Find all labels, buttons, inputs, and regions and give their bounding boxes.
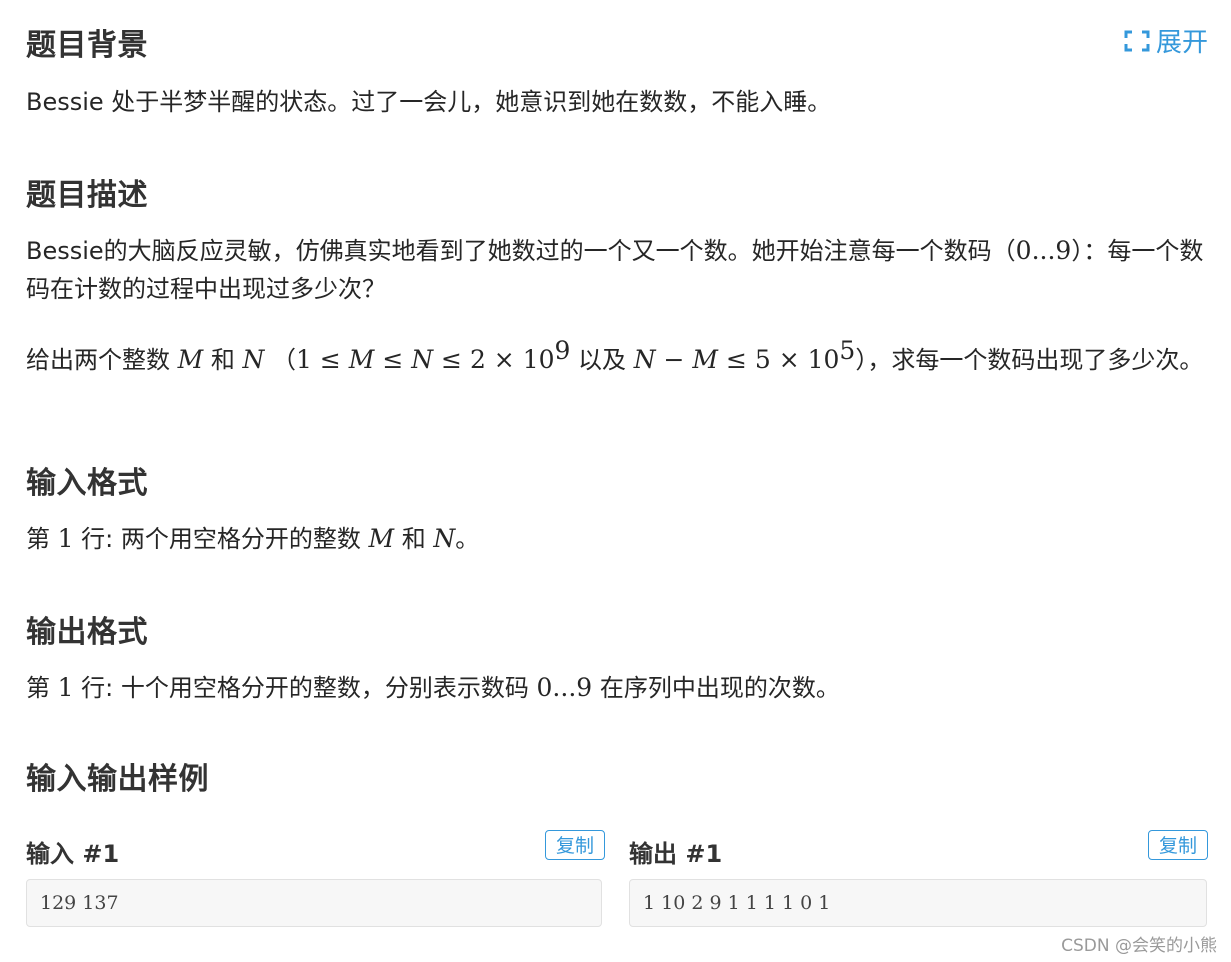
digit-range-math: 0...9 [1015,236,1072,265]
expand-label: 展开 [1155,28,1208,58]
input-format-text: 第 1 行: 两个用空格分开的整数 M 和 N。 [26,524,480,553]
output-format-heading: 输出格式 [26,615,148,650]
expand-icon [1124,30,1150,51]
sample-output-box[interactable]: 1 10 2 9 1 1 1 1 0 1 [629,879,1207,927]
samples-heading: 输入输出样例 [26,762,209,797]
description-heading: 题目描述 [26,178,148,213]
copy-input-button[interactable]: 复制 [545,830,606,860]
description-paragraph-1: Bessie的大脑反应灵敏，仿佛真实地看到了她数过的一个又一个数。她开始注意每一… [26,236,1204,303]
copy-output-button[interactable]: 复制 [1148,830,1208,860]
sample-output-label: 输出 #1 [629,840,723,868]
description-paragraph-2: 给出两个整数 M 和 N （1 ≤ M ≤ N ≤ 2 × 109 以及 N −… [26,336,1204,374]
input-format-heading: 输入格式 [26,466,148,501]
watermark: CSDN @会笑的小熊 [1061,936,1217,956]
output-format-text: 第 1 行: 十个用空格分开的整数，分别表示数码 0...9 在序列中出现的次数… [26,673,840,702]
sample-input-box[interactable]: 129 137 [26,879,602,927]
sample-input-label: 输入 #1 [26,840,120,868]
background-heading: 题目背景 [26,28,148,63]
expand-button[interactable]: 展开 [1124,22,1208,59]
background-text: Bessie 处于半梦半醒的状态。过了一会儿，她意识到她在数数，不能入睡。 [26,88,832,116]
